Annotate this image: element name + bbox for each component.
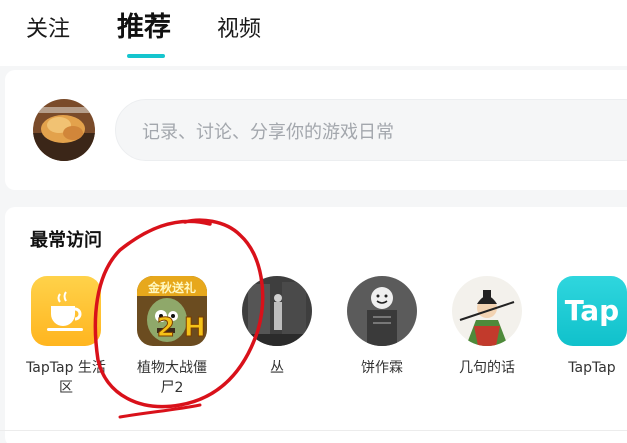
frequent-item-jijudehua[interactable]: 几句的话 — [447, 276, 527, 378]
frequent-item-label: 植物大战僵尸2 — [137, 360, 207, 396]
smiley-figure-avatar — [347, 276, 417, 346]
pvz-badge-text: 2 HD — [157, 313, 207, 343]
frequent-item-label: 丛 — [270, 360, 284, 376]
frequent-item-pvz2[interactable]: 金秋送礼 2 HD 植物大战僵尸2 — [132, 276, 212, 398]
frequent-item-label: 饼作霖 — [361, 360, 403, 376]
pvz-banner-text: 金秋送礼 — [147, 280, 196, 295]
tab-recommend[interactable]: 推荐 — [117, 12, 171, 44]
post-input-placeholder: 记录、讨论、分享你的游戏日常 — [142, 122, 394, 143]
frequent-title: 最常访问 — [30, 230, 102, 251]
frequent-item-label: 几句的话 — [459, 360, 515, 376]
frequent-item-label: TapTap — [568, 360, 616, 376]
active-tab-indicator — [127, 54, 165, 58]
tab-follow[interactable]: 关注 — [26, 14, 70, 46]
divider — [0, 430, 627, 431]
frequent-item-taptap-life[interactable]: TapTap 生活区 — [26, 276, 106, 398]
frequent-item-cong[interactable]: 丛 — [237, 276, 317, 378]
frequent-item-label: TapTap 生活区 — [26, 360, 106, 396]
zombie-game-icon: 金秋送礼 2 HD — [137, 276, 207, 346]
frequent-item-bingzuolin[interactable]: 饼作霖 — [342, 276, 422, 378]
app-root: 关注 推荐 视频 记录、讨论、分享你的游戏日常 最常访问 TapTap 生活区 … — [0, 0, 627, 443]
samurai-avatar — [452, 276, 522, 346]
taptap-logo: Tap — [557, 276, 627, 346]
top-tab-bar: 关注 推荐 视频 — [0, 0, 627, 66]
avatar[interactable] — [33, 99, 95, 161]
taptap-logo-text: Tap — [565, 294, 619, 327]
frequent-item-taptap[interactable]: Tap TapTap — [552, 276, 627, 378]
tab-video[interactable]: 视频 — [217, 14, 261, 46]
dark-scene-avatar — [242, 276, 312, 346]
cup-icon — [31, 276, 101, 346]
post-input[interactable]: 记录、讨论、分享你的游戏日常 — [115, 99, 627, 161]
